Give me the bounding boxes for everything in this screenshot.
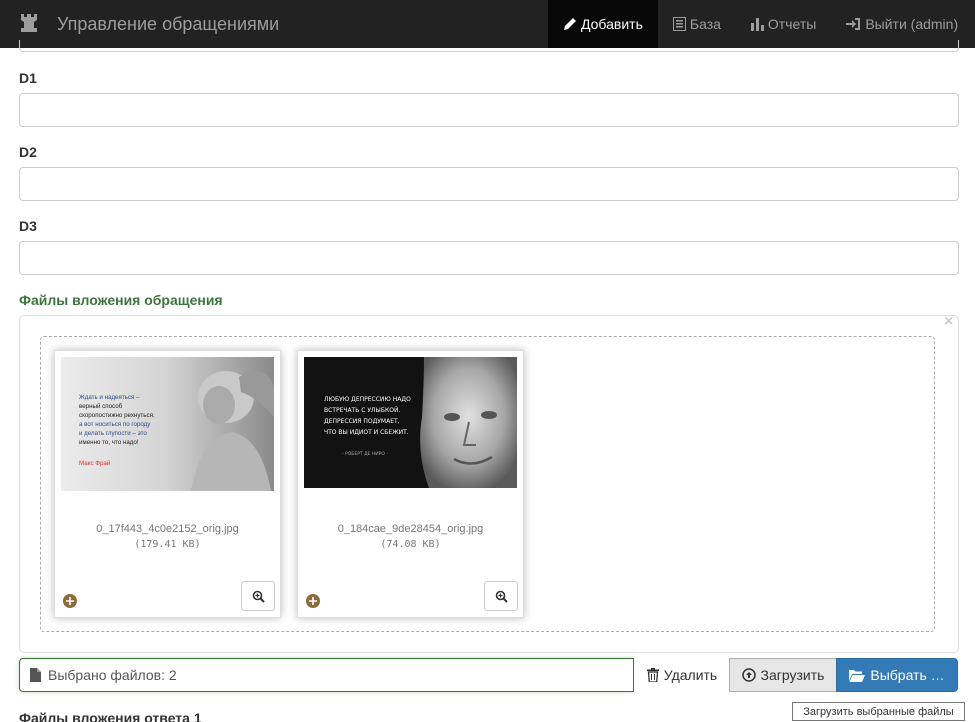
- list-icon: [672, 17, 686, 31]
- rook-icon: [21, 14, 37, 32]
- brand-title[interactable]: Управление обращениями: [57, 13, 279, 35]
- file-icon: [30, 668, 41, 682]
- quote-line: именно то, что надо!: [79, 439, 139, 446]
- move-icon[interactable]: [306, 594, 320, 608]
- file-caption[interactable]: Выбрано файлов: 2: [19, 658, 634, 692]
- file-name: 0_184cae_9de28454_orig.jpg: [337, 523, 484, 535]
- pencil-icon: [564, 18, 576, 30]
- nav-add-label: Добавить: [581, 16, 643, 32]
- upload-icon: [741, 668, 756, 682]
- field-label-d2: D2: [19, 144, 37, 160]
- browse-button[interactable]: Выбрать …: [836, 658, 958, 692]
- quote-line: ДЕПРЕССИЯ ПОДУМАЕТ,: [324, 418, 400, 425]
- upload-label: Загрузить: [760, 667, 825, 683]
- attachments-label: Файлы вложения обращения: [19, 292, 223, 308]
- quote-line: ЛЮБУЮ ДЕПРЕССИЮ НАДО: [324, 396, 411, 403]
- move-icon[interactable]: [63, 594, 77, 608]
- remove-label: Удалить: [663, 667, 718, 683]
- bar-chart-icon: [750, 18, 764, 31]
- field-input-d1[interactable]: [19, 93, 959, 127]
- upload-button[interactable]: Загрузить: [729, 658, 837, 692]
- field-input-d3[interactable]: [19, 241, 959, 275]
- quote-line: а вот носиться по городу: [79, 421, 151, 428]
- quote-line: верный способ: [79, 403, 123, 410]
- nav-reports-label: Отчеты: [767, 16, 817, 32]
- field-label-d3: D3: [19, 218, 37, 234]
- quote-line: скоропостижно рехнуться,: [79, 412, 155, 419]
- close-icon[interactable]: ×: [944, 314, 953, 330]
- folder-open-icon: [849, 669, 866, 682]
- file-caption-text: Выбрано файлов: 2: [48, 667, 177, 683]
- previous-field-input[interactable]: [19, 40, 959, 52]
- zoom-in-icon: [252, 590, 265, 603]
- quote-line: ВСТРЕЧАТЬ С УЛЫБКОЙ.: [324, 407, 400, 414]
- zoom-in-icon: [495, 590, 508, 603]
- nav-base-label: База: [689, 16, 721, 32]
- quote-line: ЧТО ВЫ ИДИОТ И СБЕЖИТ.: [324, 429, 409, 436]
- remove-button[interactable]: Удалить: [634, 658, 730, 692]
- file-size: (179.41 KB): [134, 539, 201, 550]
- file-thumbnail: ЛЮБУЮ ДЕПРЕССИЮ НАДО ВСТРЕЧАТЬ С УЛЫБКОЙ…: [297, 350, 524, 618]
- reply-attachments-label: Файлы вложения ответа 1: [19, 710, 202, 722]
- zoom-button[interactable]: [241, 581, 275, 611]
- upload-tooltip: Загрузить выбранные файлы: [792, 702, 965, 721]
- nav-logout-label: Выйти (admin): [865, 16, 959, 32]
- trash-icon: [646, 668, 659, 682]
- quote-author: - РОБЕРТ ДЕ НИРО -: [342, 451, 388, 457]
- browse-label: Выбрать …: [870, 667, 945, 683]
- file-thumbnail: Ждать и надеяться – верный способ скороп…: [54, 350, 281, 618]
- quote-line: Ждать и надеяться –: [79, 394, 140, 401]
- field-input-d2[interactable]: [19, 167, 959, 201]
- file-image-preview: ЛЮБУЮ ДЕПРЕССИЮ НАДО ВСТРЕЧАТЬ С УЛЫБКОЙ…: [304, 357, 517, 488]
- file-image-preview: Ждать и надеяться – верный способ скороп…: [61, 357, 274, 491]
- zoom-button[interactable]: [484, 581, 518, 611]
- file-name: 0_17f443_4c0e2152_orig.jpg: [96, 523, 239, 535]
- quote-line: и делать глупости – это: [79, 430, 147, 437]
- quote-author: Макс Фрай: [79, 460, 111, 467]
- field-label-d1: D1: [19, 70, 37, 86]
- file-size: (74.08 KB): [380, 539, 441, 550]
- log-in-icon: [846, 18, 861, 30]
